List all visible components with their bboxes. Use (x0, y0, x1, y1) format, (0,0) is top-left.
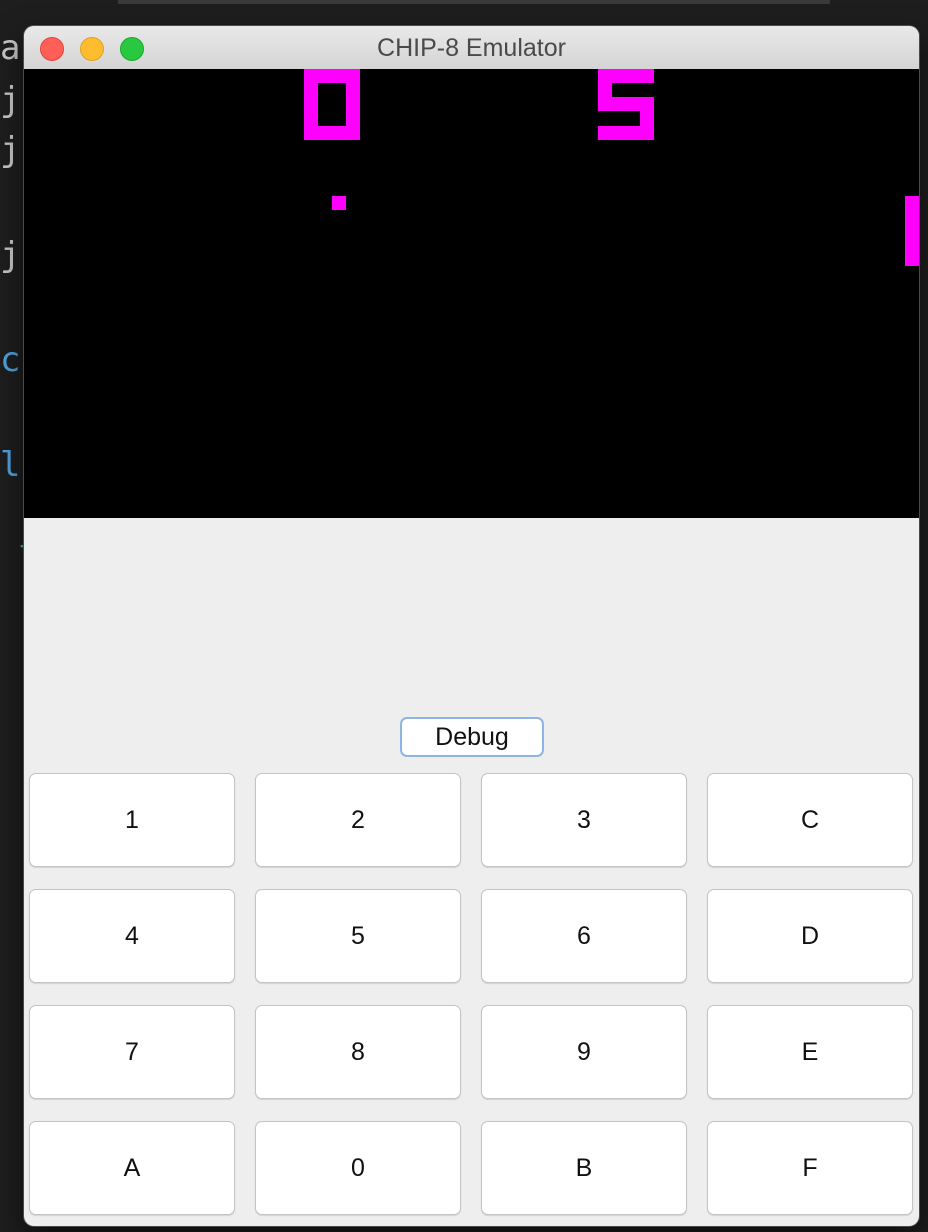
key-4-button[interactable]: 4 (29, 889, 235, 983)
key-6-button[interactable]: 6 (481, 889, 687, 983)
key-3-button[interactable]: 3 (481, 773, 687, 867)
key-e-button[interactable]: E (707, 1005, 913, 1099)
key-7-button[interactable]: 7 (29, 1005, 235, 1099)
key-1-button[interactable]: 1 (29, 773, 235, 867)
emulator-window: CHIP-8 Emulator Debug 1 2 3 C 4 5 6 D 7 … (24, 26, 919, 1226)
key-0-button[interactable]: 0 (255, 1121, 461, 1215)
editor-text-fragment: l (0, 445, 21, 485)
debug-button[interactable]: Debug (400, 717, 544, 757)
key-d-button[interactable]: D (707, 889, 913, 983)
window-title: CHIP-8 Emulator (377, 34, 566, 62)
key-b-button[interactable]: B (481, 1121, 687, 1215)
editor-text-fragment: j (0, 80, 21, 120)
right-paddle (905, 196, 919, 266)
editor-text-fragment: j (0, 235, 21, 275)
key-5-button[interactable]: 5 (255, 889, 461, 983)
editor-text-fragment: c (0, 340, 21, 380)
key-a-button[interactable]: A (29, 1121, 235, 1215)
key-9-button[interactable]: 9 (481, 1005, 687, 1099)
key-c-button[interactable]: C (707, 773, 913, 867)
title-bar[interactable]: CHIP-8 Emulator (24, 26, 919, 70)
key-2-button[interactable]: 2 (255, 773, 461, 867)
key-f-button[interactable]: F (707, 1121, 913, 1215)
pong-ball (332, 196, 346, 210)
editor-top-bar (118, 0, 830, 4)
key-8-button[interactable]: 8 (255, 1005, 461, 1099)
editor-text-fragment: a (0, 28, 21, 68)
chip8-display (24, 69, 919, 518)
editor-text-fragment: j (0, 130, 21, 170)
